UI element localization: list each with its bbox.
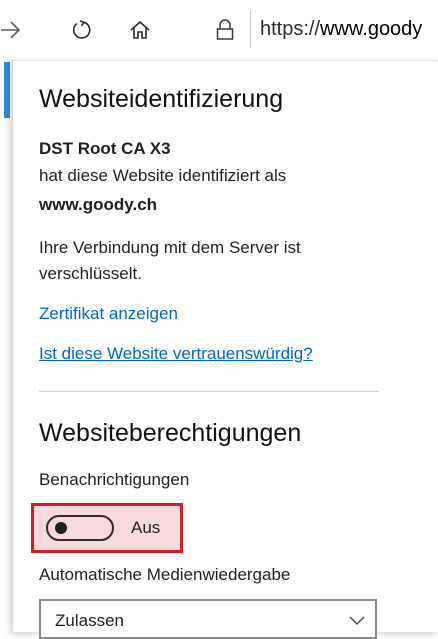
encryption-text-line1: Ihre Verbindung mit dem Server ist [39, 238, 301, 257]
lock-icon[interactable] [208, 13, 242, 47]
notifications-toggle-label: Aus [131, 518, 161, 537]
tab-accent-indicator [4, 62, 10, 118]
autoplay-label: Automatische Medienwiedergabe [39, 565, 291, 584]
forward-icon[interactable] [0, 13, 28, 47]
notifications-label: Benachrichtigungen [39, 470, 190, 489]
toggle-knob [55, 522, 67, 534]
encryption-text-line2: verschlüsselt. [39, 264, 142, 283]
home-icon[interactable] [123, 13, 157, 47]
certificate-issuer: DST Root CA X3 [39, 139, 171, 158]
url-scheme: https:// [260, 18, 321, 40]
identification-title: Websiteidentifizierung [39, 85, 284, 113]
url-host: www.goody [320, 18, 423, 40]
refresh-icon[interactable] [65, 13, 99, 47]
notifications-toggle-highlight: Aus [31, 503, 183, 553]
identified-text: hat diese Website identifiziert als [39, 166, 287, 185]
trust-site-link[interactable]: Ist diese Website vertrauenswürdig? [39, 344, 313, 364]
show-certificate-link[interactable]: Zertifikat anzeigen [39, 304, 178, 324]
permissions-title: Websiteberechtigungen [39, 419, 302, 447]
url-separator [250, 10, 251, 48]
address-bar[interactable]: https://www.goody [260, 18, 422, 41]
site-info-flyout: Websiteidentifizierung DST Root CA X3 ha… [12, 60, 438, 639]
browser-toolbar: https://www.goody [0, 0, 438, 62]
autoplay-select-value: Zulassen [55, 611, 124, 630]
chevron-down-icon [349, 613, 365, 626]
section-divider [39, 391, 379, 392]
identified-domain: www.goody.ch [39, 195, 158, 214]
autoplay-select[interactable]: Zulassen [39, 599, 377, 639]
notifications-toggle[interactable] [46, 515, 114, 541]
